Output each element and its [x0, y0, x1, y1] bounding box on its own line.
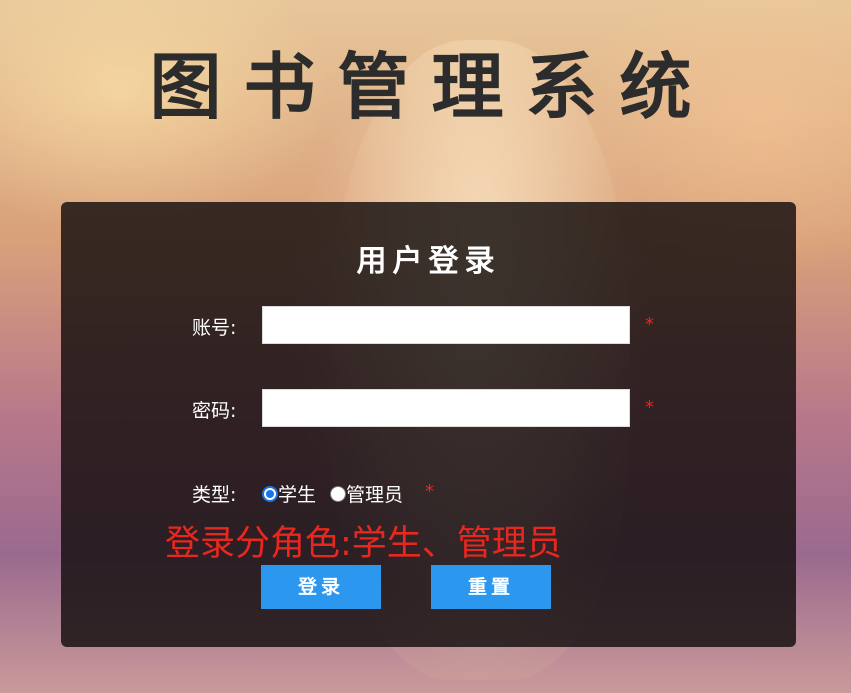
type-label: 类型: — [192, 484, 237, 506]
type-required-mark: * — [425, 481, 434, 502]
admin-radio[interactable] — [330, 485, 346, 502]
page-title: 图书管理系统 — [149, 45, 714, 129]
login-panel: 用户登录 账号: * 密码: * 类型: 学生 管理员 * 登录分角色:学生、管… — [61, 202, 796, 647]
account-required-mark: * — [645, 314, 654, 335]
password-label: 密码: — [192, 400, 237, 422]
login-page: 图书管理系统 用户登录 账号: * 密码: * 类型: 学生 管理员 * 登录分… — [0, 0, 851, 693]
admin-radio-label: 管理员 — [346, 484, 404, 506]
login-button[interactable]: 登录 — [261, 565, 381, 609]
role-note: 登录分角色:学生、管理员 — [165, 524, 562, 564]
type-option-student[interactable]: 学生 — [262, 480, 316, 507]
login-heading: 用户登录 — [356, 244, 501, 279]
account-label: 账号: — [192, 317, 237, 339]
type-option-admin[interactable]: 管理员 — [330, 480, 403, 507]
reset-button[interactable]: 重置 — [431, 565, 551, 609]
account-input[interactable] — [262, 306, 630, 344]
student-radio-label: 学生 — [278, 484, 317, 506]
password-input[interactable] — [262, 389, 630, 427]
password-required-mark: * — [645, 397, 654, 418]
student-radio[interactable] — [262, 485, 278, 502]
